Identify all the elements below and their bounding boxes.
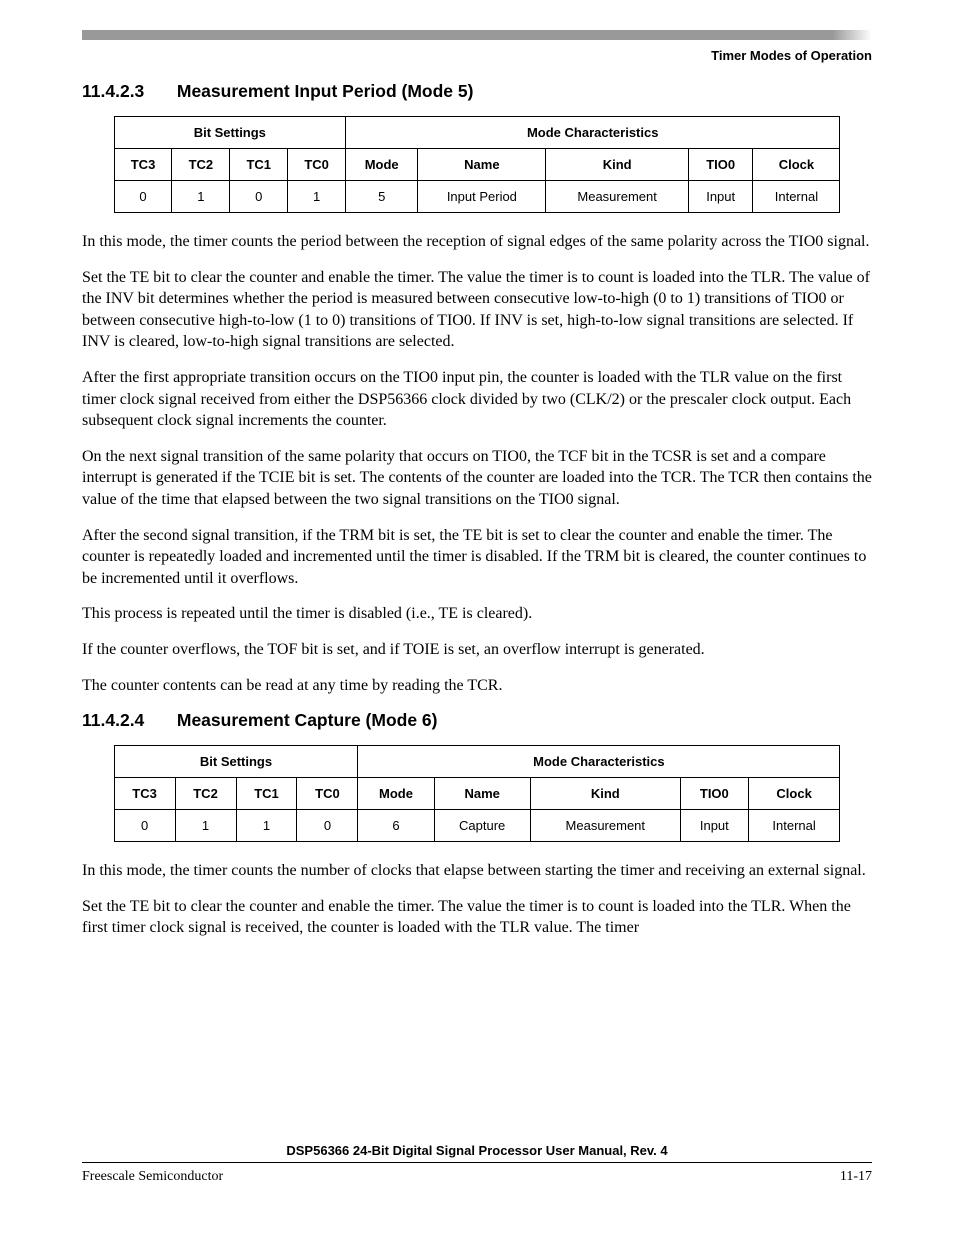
cell: 0 bbox=[114, 810, 175, 842]
group-header-bit-settings: Bit Settings bbox=[114, 746, 358, 778]
group-header-bit-settings: Bit Settings bbox=[114, 117, 345, 149]
col-tc0: TC0 bbox=[297, 778, 358, 810]
col-kind: Kind bbox=[530, 778, 680, 810]
paragraph: The counter contents can be read at any … bbox=[82, 675, 872, 697]
col-tio0: TIO0 bbox=[680, 778, 748, 810]
cell: 0 bbox=[230, 181, 288, 213]
page: Timer Modes of Operation 11.4.2.3 Measur… bbox=[0, 0, 954, 1235]
cell: Measurement bbox=[546, 181, 688, 213]
paragraph: After the second signal transition, if t… bbox=[82, 525, 872, 590]
section-number: 11.4.2.3 bbox=[82, 81, 172, 102]
col-tc1: TC1 bbox=[236, 778, 297, 810]
footer-left: Freescale Semiconductor bbox=[82, 1169, 223, 1185]
col-tc2: TC2 bbox=[175, 778, 236, 810]
cell: Input bbox=[680, 810, 748, 842]
section-title: Measurement Input Period (Mode 5) bbox=[177, 81, 474, 101]
cell: 0 bbox=[114, 181, 172, 213]
paragraph: In this mode, the timer counts the numbe… bbox=[82, 860, 872, 882]
cell: 1 bbox=[236, 810, 297, 842]
group-header-mode-char: Mode Characteristics bbox=[346, 117, 840, 149]
paragraph: On the next signal transition of the sam… bbox=[82, 446, 872, 511]
col-mode: Mode bbox=[358, 778, 434, 810]
header-rule bbox=[82, 30, 872, 40]
group-header-mode-char: Mode Characteristics bbox=[358, 746, 840, 778]
col-tc3: TC3 bbox=[114, 149, 172, 181]
col-clock: Clock bbox=[748, 778, 840, 810]
cell: 5 bbox=[346, 181, 418, 213]
footer-page-number: 11-17 bbox=[840, 1169, 872, 1185]
cell: 1 bbox=[288, 181, 346, 213]
cell: Capture bbox=[434, 810, 530, 842]
col-name: Name bbox=[434, 778, 530, 810]
col-tc0: TC0 bbox=[288, 149, 346, 181]
col-clock: Clock bbox=[753, 149, 840, 181]
paragraph: If the counter overflows, the TOF bit is… bbox=[82, 639, 872, 661]
paragraph: Set the TE bit to clear the counter and … bbox=[82, 267, 872, 353]
mode5-table: Bit Settings Mode Characteristics TC3 TC… bbox=[114, 116, 841, 213]
col-tc3: TC3 bbox=[114, 778, 175, 810]
cell: Internal bbox=[753, 181, 840, 213]
col-tc1: TC1 bbox=[230, 149, 288, 181]
col-tc2: TC2 bbox=[172, 149, 230, 181]
paragraph: This process is repeated until the timer… bbox=[82, 603, 872, 625]
section-heading-mode6: 11.4.2.4 Measurement Capture (Mode 6) bbox=[82, 710, 872, 731]
section-title: Measurement Capture (Mode 6) bbox=[177, 710, 438, 730]
cell: 1 bbox=[172, 181, 230, 213]
section-heading-mode5: 11.4.2.3 Measurement Input Period (Mode … bbox=[82, 81, 872, 102]
paragraph: Set the TE bit to clear the counter and … bbox=[82, 896, 872, 939]
page-footer: DSP56366 24-Bit Digital Signal Processor… bbox=[82, 1143, 872, 1185]
section-number: 11.4.2.4 bbox=[82, 710, 172, 731]
cell: Internal bbox=[748, 810, 840, 842]
footer-title: DSP56366 24-Bit Digital Signal Processor… bbox=[82, 1143, 872, 1163]
cell: Input Period bbox=[418, 181, 546, 213]
table-row: 0 1 0 1 5 Input Period Measurement Input… bbox=[114, 181, 840, 213]
cell: Measurement bbox=[530, 810, 680, 842]
mode6-table: Bit Settings Mode Characteristics TC3 TC… bbox=[114, 745, 841, 842]
paragraph: In this mode, the timer counts the perio… bbox=[82, 231, 872, 253]
table-row: 0 1 1 0 6 Capture Measurement Input Inte… bbox=[114, 810, 840, 842]
col-kind: Kind bbox=[546, 149, 688, 181]
cell: 6 bbox=[358, 810, 434, 842]
paragraph: After the first appropriate transition o… bbox=[82, 367, 872, 432]
cell: 1 bbox=[175, 810, 236, 842]
cell: Input bbox=[688, 181, 753, 213]
col-mode: Mode bbox=[346, 149, 418, 181]
col-tio0: TIO0 bbox=[688, 149, 753, 181]
col-name: Name bbox=[418, 149, 546, 181]
cell: 0 bbox=[297, 810, 358, 842]
running-header: Timer Modes of Operation bbox=[82, 48, 872, 63]
